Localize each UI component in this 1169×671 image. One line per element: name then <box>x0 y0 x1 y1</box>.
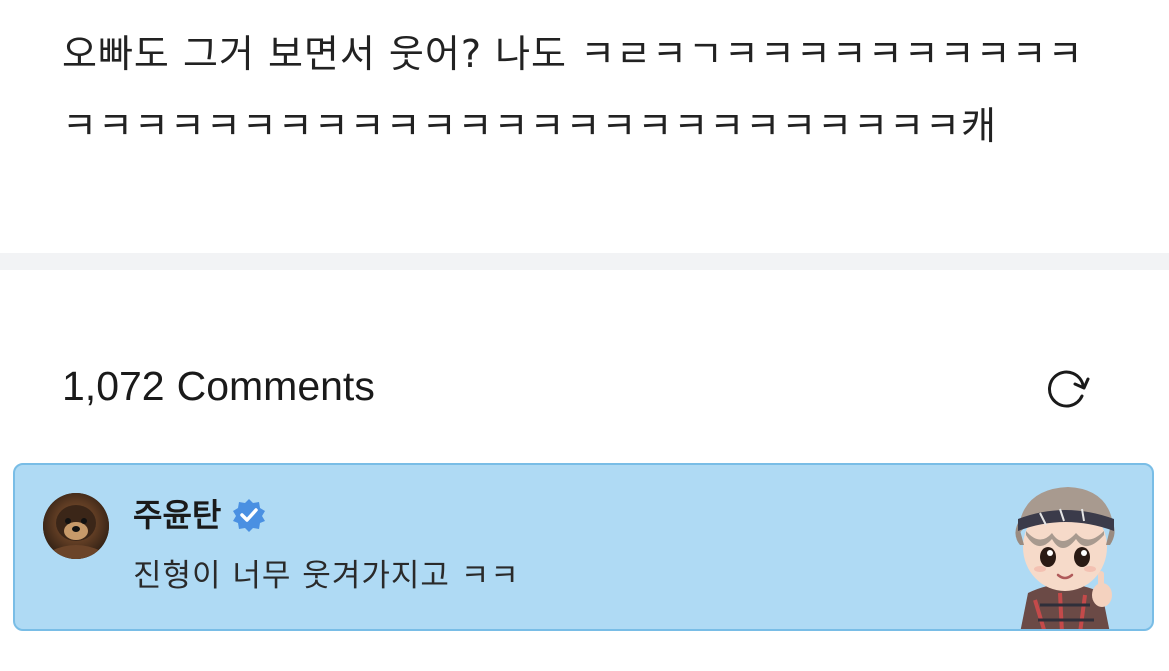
refresh-button[interactable] <box>1038 360 1098 416</box>
comments-header: 1,072 Comments <box>62 358 1112 414</box>
comments-count-label: Comments <box>176 363 375 409</box>
verified-badge-icon <box>231 497 267 533</box>
page: 오빠도 그거 보면서 웃어? 나도 ㅋㄹㅋㄱㅋㅋㅋㅋㅋㅋㅋㅋㅋㅋㅋㅋㅋㅋㅋㅋㅋㅋ… <box>0 0 1169 671</box>
character-sticker <box>990 475 1140 629</box>
comments-title: 1,072 Comments <box>62 358 375 414</box>
comment-author[interactable]: 주윤탄 <box>133 491 221 539</box>
post-body-text: 오빠도 그거 보면서 웃어? 나도 ㅋㄹㅋㄱㅋㅋㅋㅋㅋㅋㅋㅋㅋㅋㅋㅋㅋㅋㅋㅋㅋㅋ… <box>62 32 1084 148</box>
comments-count-number: 1,072 <box>62 363 165 409</box>
avatar[interactable] <box>43 493 109 559</box>
section-divider <box>0 253 1169 270</box>
comment-author-row: 주윤탄 <box>133 491 267 539</box>
comment-text: 진형이 너무 웃겨가지고 ㅋㅋ <box>133 558 520 594</box>
refresh-icon <box>1048 370 1090 408</box>
comment-card[interactable]: 주윤탄 진형이 너무 웃겨가지고 ㅋㅋ <box>13 463 1154 631</box>
